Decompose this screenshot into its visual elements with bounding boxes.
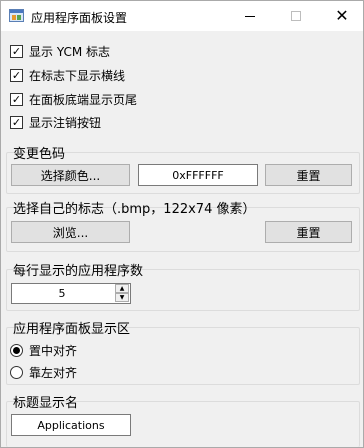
option-label: 显示 YCM 标志 bbox=[29, 44, 111, 59]
option-label: 在面板底端显示页尾 bbox=[29, 92, 138, 107]
radio-button[interactable] bbox=[10, 343, 23, 357]
minimize-icon bbox=[245, 15, 255, 17]
radio-label: 靠左对齐 bbox=[29, 365, 78, 380]
maximize-icon bbox=[291, 11, 301, 21]
checkbox[interactable]: ✓ bbox=[10, 68, 23, 82]
radio-button[interactable] bbox=[10, 365, 23, 379]
radio-center-align[interactable]: 置中对齐 bbox=[10, 342, 77, 358]
option-show-logout-button[interactable]: ✓ 显示注销按钮 bbox=[10, 114, 101, 130]
option-show-divider[interactable]: ✓ 在标志下显示横线 bbox=[10, 67, 125, 83]
close-button[interactable]: ✕ bbox=[319, 1, 364, 31]
settings-window: 应用程序面板设置 ✕ ✓ 显示 YCM 标志 ✓ 在标志下显示横线 ✓ 在面板底… bbox=[0, 0, 364, 448]
option-label: 显示注销按钮 bbox=[29, 115, 102, 130]
stepper-up-icon[interactable]: ▲ bbox=[115, 284, 129, 293]
stepper-down-icon[interactable]: ▼ bbox=[115, 293, 129, 302]
apps-per-row-stepper[interactable]: 5 ▲ ▼ bbox=[11, 283, 131, 304]
stepper-value[interactable]: 5 bbox=[12, 284, 112, 303]
caption-group-title: 标题显示名 bbox=[13, 396, 79, 411]
browse-button[interactable]: 浏览... bbox=[11, 221, 130, 243]
checkbox[interactable]: ✓ bbox=[10, 115, 23, 129]
maximize-button bbox=[273, 1, 319, 31]
apps-per-row-title: 每行显示的应用程序数 bbox=[13, 264, 144, 279]
option-label: 在标志下显示横线 bbox=[29, 68, 126, 83]
window-title: 应用程序面板设置 bbox=[31, 11, 128, 25]
color-code-field[interactable]: 0xFFFFFF bbox=[138, 164, 258, 186]
option-show-footer[interactable]: ✓ 在面板底端显示页尾 bbox=[10, 91, 137, 107]
logo-reset-button[interactable]: 重置 bbox=[265, 221, 352, 243]
app-panel-icon bbox=[9, 9, 24, 22]
title-bar[interactable]: 应用程序面板设置 ✕ bbox=[1, 1, 363, 31]
checkbox[interactable]: ✓ bbox=[10, 44, 23, 58]
radio-left-align[interactable]: 靠左对齐 bbox=[10, 364, 77, 380]
close-icon: ✕ bbox=[335, 6, 349, 25]
minimize-button[interactable] bbox=[227, 1, 273, 31]
logo-group-title: 选择自己的标志（.bmp，122x74 像素） bbox=[13, 202, 256, 217]
choose-color-button[interactable]: 选择颜色... bbox=[11, 164, 130, 186]
radio-label: 置中对齐 bbox=[29, 343, 78, 358]
caption-input[interactable]: Applications bbox=[11, 414, 131, 436]
option-show-ycm-logo[interactable]: ✓ 显示 YCM 标志 bbox=[10, 43, 110, 59]
color-reset-button[interactable]: 重置 bbox=[265, 164, 352, 186]
alignment-group-title: 应用程序面板显示区 bbox=[13, 322, 131, 337]
color-group-title: 变更色码 bbox=[13, 147, 66, 162]
checkbox[interactable]: ✓ bbox=[10, 92, 23, 106]
